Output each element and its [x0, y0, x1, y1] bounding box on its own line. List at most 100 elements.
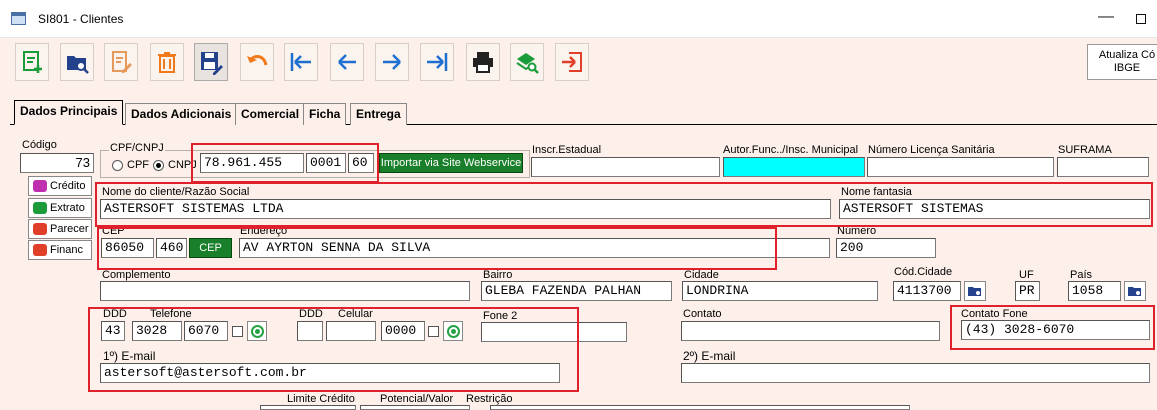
arrow-right-icon: [383, 54, 401, 70]
previous-record-button[interactable]: [330, 43, 364, 81]
licenca-sanitaria-field[interactable]: [867, 157, 1054, 177]
printer-icon: [473, 52, 493, 73]
save-button[interactable]: [194, 43, 228, 81]
minimize-button[interactable]: —: [1096, 8, 1116, 26]
email2-field[interactable]: [681, 363, 1150, 383]
search-button[interactable]: [60, 43, 94, 81]
cpf-radio[interactable]: [112, 160, 123, 171]
cnpj-radio[interactable]: [153, 160, 164, 171]
folder-search-icon: [67, 56, 89, 74]
telefone-part1-field[interactable]: 3028: [132, 321, 182, 341]
cod-cidade-lookup-button[interactable]: [964, 281, 986, 301]
tab-entrega[interactable]: Entrega: [350, 103, 407, 125]
numero-field[interactable]: 200: [836, 238, 936, 258]
cnpj-label: CNPJ: [168, 159, 197, 171]
tab-comercial[interactable]: Comercial: [235, 103, 306, 125]
contato-fone-field[interactable]: (43) 3028-6070: [961, 320, 1150, 340]
print-button[interactable]: [466, 43, 500, 81]
codigo-field[interactable]: 73: [20, 153, 94, 173]
cnpj-part1-field[interactable]: 78.961.455: [200, 153, 304, 173]
ddd-field[interactable]: 43: [101, 321, 125, 341]
exit-button[interactable]: [555, 43, 589, 81]
doc-group-label: CPF/CNPJ: [109, 142, 165, 154]
trash-icon: [158, 52, 176, 73]
email1-label: 1º) E-mail: [103, 349, 156, 363]
financ-button[interactable]: Financ: [28, 240, 92, 260]
telefone-part2-field[interactable]: 6070: [184, 321, 228, 341]
fantasy-name-field[interactable]: ASTERSOFT SISTEMAS: [839, 199, 1150, 219]
client-name-label: Nome do cliente/Razão Social: [102, 186, 250, 198]
pais-lookup-button[interactable]: [1124, 281, 1146, 301]
autor-func-field[interactable]: [723, 157, 865, 177]
endereco-label: Endereço: [240, 225, 288, 237]
cep-lookup-button[interactable]: CEP: [189, 238, 232, 258]
cep-part1-field[interactable]: 86050: [101, 238, 154, 258]
tab-dados-principais[interactable]: Dados Principais: [14, 100, 124, 125]
celular-part1-field[interactable]: [326, 321, 376, 341]
endereco-field[interactable]: AV AYRTON SENNA DA SILVA: [239, 238, 830, 258]
restricao-field[interactable]: [490, 405, 910, 410]
folder-search-icon: [968, 287, 981, 296]
credito-button[interactable]: Crédito: [28, 176, 92, 196]
cep-label: CEP: [102, 225, 125, 237]
client-name-field[interactable]: ASTERSOFT SISTEMAS LTDA: [100, 199, 831, 219]
complemento-field[interactable]: [100, 281, 470, 301]
undo-icon: [247, 55, 268, 66]
edit-document-icon: [112, 51, 132, 73]
fone2-field[interactable]: [481, 322, 627, 342]
first-record-icon: [290, 53, 311, 71]
import-webservice-button[interactable]: Importar via Site Webservice: [379, 153, 523, 173]
search-stack-icon: [516, 53, 539, 74]
limite-credito-label: Limite Crédito: [287, 393, 355, 405]
next-record-button[interactable]: [375, 43, 409, 81]
ddd2-field[interactable]: [297, 321, 323, 341]
uf-label: UF: [1019, 269, 1034, 281]
cnpj-part3-field[interactable]: 60: [348, 153, 374, 173]
inscr-estadual-field[interactable]: [531, 157, 720, 177]
celular-whatsapp-checkbox[interactable]: [428, 326, 439, 337]
email1-field[interactable]: astersoft@astersoft.com.br: [100, 363, 560, 383]
celular-part2-field[interactable]: 0000: [381, 321, 425, 341]
celular-whatsapp-button[interactable]: [443, 321, 463, 341]
new-record-button[interactable]: [15, 43, 49, 81]
edit-button[interactable]: [104, 43, 138, 81]
bairro-label: Bairro: [483, 269, 513, 281]
cnpj-part2-field[interactable]: 0001: [306, 153, 346, 173]
pais-field[interactable]: 1058: [1068, 281, 1121, 301]
cidade-label: Cidade: [684, 269, 719, 281]
undo-button[interactable]: [240, 43, 274, 81]
cep-part2-field[interactable]: 460: [156, 238, 187, 258]
fantasy-name-label: Nome fantasia: [841, 186, 912, 198]
last-record-icon: [427, 53, 448, 71]
telefone-whatsapp-checkbox[interactable]: [232, 326, 243, 337]
first-record-button[interactable]: [284, 43, 318, 81]
licenca-sanitaria-label: Número Licença Sanitária: [868, 144, 995, 156]
bairro-field[interactable]: GLEBA FAZENDA PALHAN: [481, 281, 672, 301]
codigo-label: Código: [22, 139, 57, 151]
limite-credito-field[interactable]: [260, 405, 356, 410]
user-report-icon: [33, 223, 47, 235]
update-ibge-label-1: Atualiza Có: [1098, 49, 1156, 61]
app-icon: [11, 12, 26, 25]
potencial-valor-field[interactable]: [360, 405, 470, 410]
extrato-button[interactable]: Extrato: [28, 198, 92, 218]
cod-cidade-field[interactable]: 4113700: [893, 281, 961, 301]
maximize-button[interactable]: [1131, 10, 1151, 28]
telefone-whatsapp-button[interactable]: [247, 321, 267, 341]
tab-ficha[interactable]: Ficha: [303, 103, 347, 125]
suframa-field[interactable]: [1057, 157, 1149, 177]
add-document-icon: [23, 51, 42, 73]
update-ibge-label-2: IBGE: [1113, 62, 1141, 74]
cidade-field[interactable]: LONDRINA: [682, 281, 878, 301]
tab-dados-adicionais[interactable]: Dados Adicionais: [125, 103, 238, 125]
ddd-label: DDD: [103, 308, 127, 320]
update-ibge-button[interactable]: Atualiza Có IBGE: [1087, 44, 1157, 80]
delete-button[interactable]: [150, 43, 184, 81]
uf-field[interactable]: PR: [1015, 281, 1040, 301]
title-bar: SI801 - Clientes —: [0, 0, 1157, 38]
find-button[interactable]: [510, 43, 544, 81]
contato-field[interactable]: [681, 321, 940, 341]
last-record-button[interactable]: [420, 43, 454, 81]
save-edit-icon: [201, 52, 223, 75]
parecer-button[interactable]: Parecer: [28, 219, 92, 239]
